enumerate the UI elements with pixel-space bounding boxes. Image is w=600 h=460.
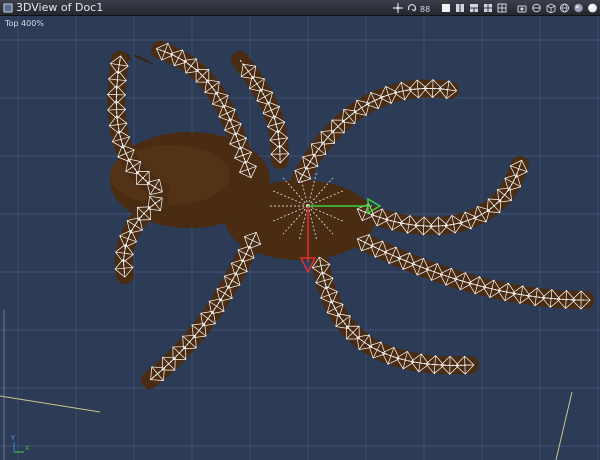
scene-canvas[interactable]: X Y xyxy=(0,16,600,460)
grid-view-button[interactable] xyxy=(496,2,508,14)
render-sphere-icon xyxy=(587,3,597,13)
camera-button[interactable] xyxy=(516,2,528,14)
tentacle-mesh xyxy=(351,231,594,309)
move-tool-button[interactable] xyxy=(392,2,404,14)
walk-tool-button[interactable]: 88 xyxy=(420,2,432,14)
camera-icon xyxy=(517,5,526,13)
display-mode-button[interactable] xyxy=(530,2,542,14)
wireframe-button[interactable] xyxy=(558,2,570,14)
layout-three-icon xyxy=(470,4,478,12)
walk-icon: 88 xyxy=(420,5,430,13)
view-toolbar: 88 xyxy=(392,1,598,15)
shaded-sphere-icon xyxy=(573,3,583,13)
layout-grid-icon xyxy=(497,3,507,13)
window-title: 3DView of Doc1 xyxy=(16,1,104,14)
rotate-tool-button[interactable] xyxy=(406,2,418,14)
window-3d-icon xyxy=(3,3,13,13)
single-view-button[interactable] xyxy=(440,2,452,14)
two-view-button[interactable] xyxy=(454,2,466,14)
shaded-button[interactable] xyxy=(572,2,584,14)
layout-single-icon xyxy=(442,4,450,12)
rotate-icon xyxy=(407,4,417,12)
display-mode-icon xyxy=(531,3,541,13)
axis-x-label: X xyxy=(25,445,29,452)
axis-y-label: Y xyxy=(10,435,15,442)
layout-four-icon xyxy=(484,4,492,12)
bounding-box-button[interactable] xyxy=(544,2,556,14)
view-window: 3DView of Doc1 88 X Y Top 400% xyxy=(0,0,600,460)
ground-line xyxy=(0,395,101,413)
svg-text:88: 88 xyxy=(420,5,430,13)
view-zoom-label: Top 400% xyxy=(5,19,44,28)
wireframe-sphere-icon xyxy=(559,3,569,13)
four-view-button[interactable] xyxy=(482,2,494,14)
three-view-button[interactable] xyxy=(468,2,480,14)
layout-two-icon xyxy=(456,4,464,12)
corner-axes-indicator: X Y xyxy=(10,435,29,453)
render-button[interactable] xyxy=(586,2,598,14)
tentacle-mesh xyxy=(351,156,529,236)
3d-viewport[interactable]: X Y Top 400% xyxy=(0,16,600,460)
title-bar[interactable]: 3DView of Doc1 88 xyxy=(0,0,600,16)
tentacle-mesh xyxy=(141,226,264,389)
move-icon xyxy=(393,3,403,13)
box-icon xyxy=(546,3,555,13)
ground-line xyxy=(555,391,573,460)
